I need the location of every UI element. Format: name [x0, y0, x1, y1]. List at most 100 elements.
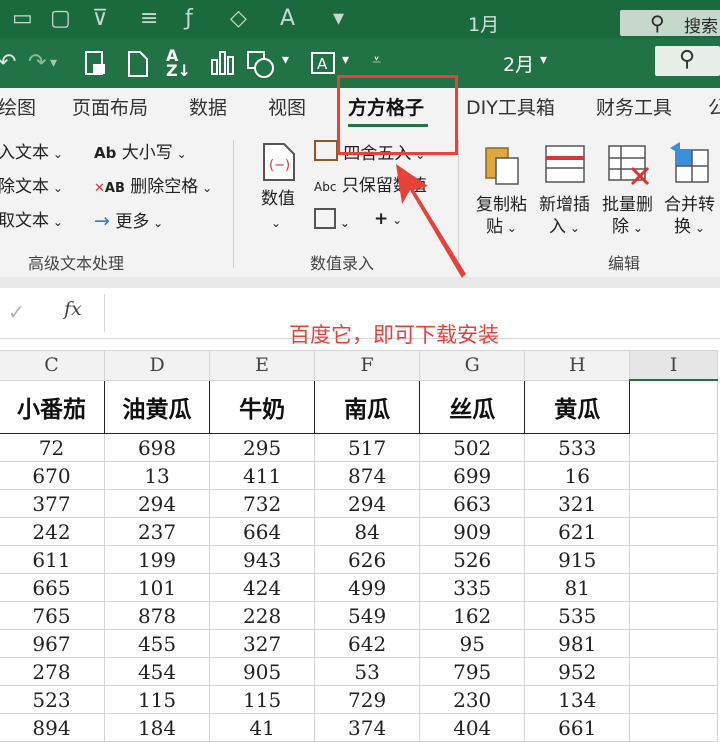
table-cell[interactable]: 134 [524, 685, 631, 714]
tab-draw[interactable]: 绘图 [0, 94, 36, 122]
empty-cell[interactable] [629, 629, 718, 658]
column-header-c[interactable]: C [0, 350, 106, 381]
table-cell[interactable]: 230 [419, 685, 526, 714]
table-cell[interactable]: 915 [524, 545, 631, 574]
table-cell[interactable]: 294 [104, 489, 211, 518]
table-cell[interactable]: 95 [419, 629, 526, 658]
empty-cell[interactable] [629, 545, 718, 574]
table-cell[interactable]: 905 [209, 657, 316, 686]
new-document-icon[interactable] [127, 50, 149, 78]
tab-diy-toolbox[interactable]: DIY工具箱 [466, 94, 555, 122]
extract-text-button[interactable]: 取文本 ⌄ [0, 210, 63, 233]
merge-convert-button[interactable]: 合并转 换 ⌄ [662, 140, 720, 248]
table-cell[interactable]: 732 [209, 489, 316, 518]
table-cell[interactable]: 41 [209, 713, 316, 742]
select-dropdown-icon[interactable]: ▾ [342, 52, 349, 68]
table-cell[interactable]: 663 [419, 489, 526, 518]
empty-cell[interactable] [629, 685, 718, 714]
remove-text-button[interactable]: 除文本 ⌄ [0, 176, 63, 199]
column-header-h[interactable]: H [524, 350, 631, 381]
table-cell[interactable]: 765 [0, 601, 106, 630]
table-cell[interactable]: 16 [524, 461, 631, 490]
table-cell[interactable]: 626 [314, 545, 421, 574]
table-cell[interactable]: 115 [104, 685, 211, 714]
table-cell[interactable]: 611 [0, 545, 106, 574]
empty-cell[interactable] [629, 713, 718, 742]
search-box-top[interactable]: ⚲ 搜索 [620, 10, 720, 37]
column-header-i[interactable]: I [629, 350, 718, 381]
table-cell[interactable]: 699 [419, 461, 526, 490]
table-cell[interactable]: 967 [0, 629, 106, 658]
table-cell[interactable]: 952 [524, 657, 631, 686]
column-header-f[interactable]: F [314, 350, 421, 381]
table-cell[interactable]: 665 [0, 573, 106, 602]
function-icon[interactable]: ƒ [185, 4, 193, 34]
tab-finance-tools[interactable]: 财务工具 [596, 94, 672, 122]
shapes-icon[interactable] [246, 50, 276, 78]
empty-cell[interactable] [629, 573, 718, 602]
table-cell[interactable]: 549 [314, 601, 421, 630]
copy-paste-button[interactable]: 复制粘 贴 ⌄ [474, 140, 534, 248]
table-cell[interactable]: 894 [0, 713, 106, 742]
table-cell[interactable]: 533 [524, 433, 631, 462]
header-cell[interactable]: 油黄瓜 [104, 379, 211, 434]
table-cell[interactable]: 72 [0, 433, 106, 462]
table-cell[interactable]: 729 [314, 685, 421, 714]
table-cell[interactable]: 237 [104, 517, 211, 546]
header-cell[interactable]: 小番茄 [0, 379, 106, 434]
remove-spaces-button[interactable]: ✕AB 删除空格 ⌄ [94, 176, 212, 200]
table-cell[interactable]: 374 [314, 713, 421, 742]
table-cell[interactable]: 162 [419, 601, 526, 630]
table-cell[interactable]: 943 [209, 545, 316, 574]
tab-formula-partial[interactable]: 公 [708, 94, 720, 122]
table-cell[interactable]: 535 [524, 601, 631, 630]
table-cell[interactable]: 664 [209, 517, 316, 546]
redo-dropdown-icon[interactable]: ▾ [50, 48, 57, 78]
table-cell[interactable]: 295 [209, 433, 316, 462]
table-cell[interactable]: 909 [419, 517, 526, 546]
column-header-d[interactable]: D [104, 350, 211, 381]
column-header-e[interactable]: E [209, 350, 316, 381]
tab-page-layout[interactable]: 页面布局 [72, 94, 148, 122]
more-button[interactable]: → 更多 ⌄ [94, 210, 163, 234]
empty-cell[interactable] [629, 517, 718, 546]
table-cell[interactable]: 81 [524, 573, 631, 602]
empty-cell[interactable] [629, 461, 718, 490]
shapes-dropdown-icon[interactable]: ▾ [282, 52, 289, 68]
table-cell[interactable]: 795 [419, 657, 526, 686]
empty-cell[interactable] [629, 433, 718, 462]
clipboard-icon[interactable]: ▢ [50, 4, 71, 34]
table-cell[interactable]: 502 [419, 433, 526, 462]
table-cell[interactable]: 278 [0, 657, 106, 686]
more-icon[interactable]: ▾ [333, 4, 344, 34]
table-cell[interactable]: 526 [419, 545, 526, 574]
table-cell[interactable]: 115 [209, 685, 316, 714]
table-cell[interactable]: 523 [0, 685, 106, 714]
header-cell[interactable]: 黄瓜 [524, 379, 631, 434]
table-cell[interactable]: 53 [314, 657, 421, 686]
table-cell[interactable]: 455 [104, 629, 211, 658]
table-cell[interactable]: 13 [104, 461, 211, 490]
table-cell[interactable]: 84 [314, 517, 421, 546]
sort-icon[interactable]: ≡ [140, 4, 158, 34]
format-painter-icon[interactable]: ▭ [12, 4, 33, 34]
table-cell[interactable]: 327 [209, 629, 316, 658]
table-cell[interactable]: 335 [419, 573, 526, 602]
table-cell[interactable]: 242 [0, 517, 106, 546]
table-cell[interactable]: 878 [104, 601, 211, 630]
tab-view[interactable]: 视图 [268, 94, 306, 122]
textbox-icon[interactable]: A [280, 4, 295, 34]
table-cell[interactable]: 454 [104, 657, 211, 686]
table-cell[interactable]: 698 [104, 433, 211, 462]
sort-az-icon[interactable]: A Z↓ [166, 48, 191, 79]
table-cell[interactable]: 411 [209, 461, 316, 490]
empty-cell[interactable] [629, 489, 718, 518]
batch-delete-button[interactable]: 批量删 除 ⌄ [600, 140, 660, 248]
bar-chart-icon[interactable] [210, 50, 236, 76]
table-cell[interactable]: 321 [524, 489, 631, 518]
confirm-icon[interactable]: ✓ [8, 300, 25, 324]
fx-icon[interactable]: fx [64, 298, 82, 320]
table-cell[interactable]: 424 [209, 573, 316, 602]
table-cell[interactable]: 294 [314, 489, 421, 518]
table-cell[interactable]: 228 [209, 601, 316, 630]
